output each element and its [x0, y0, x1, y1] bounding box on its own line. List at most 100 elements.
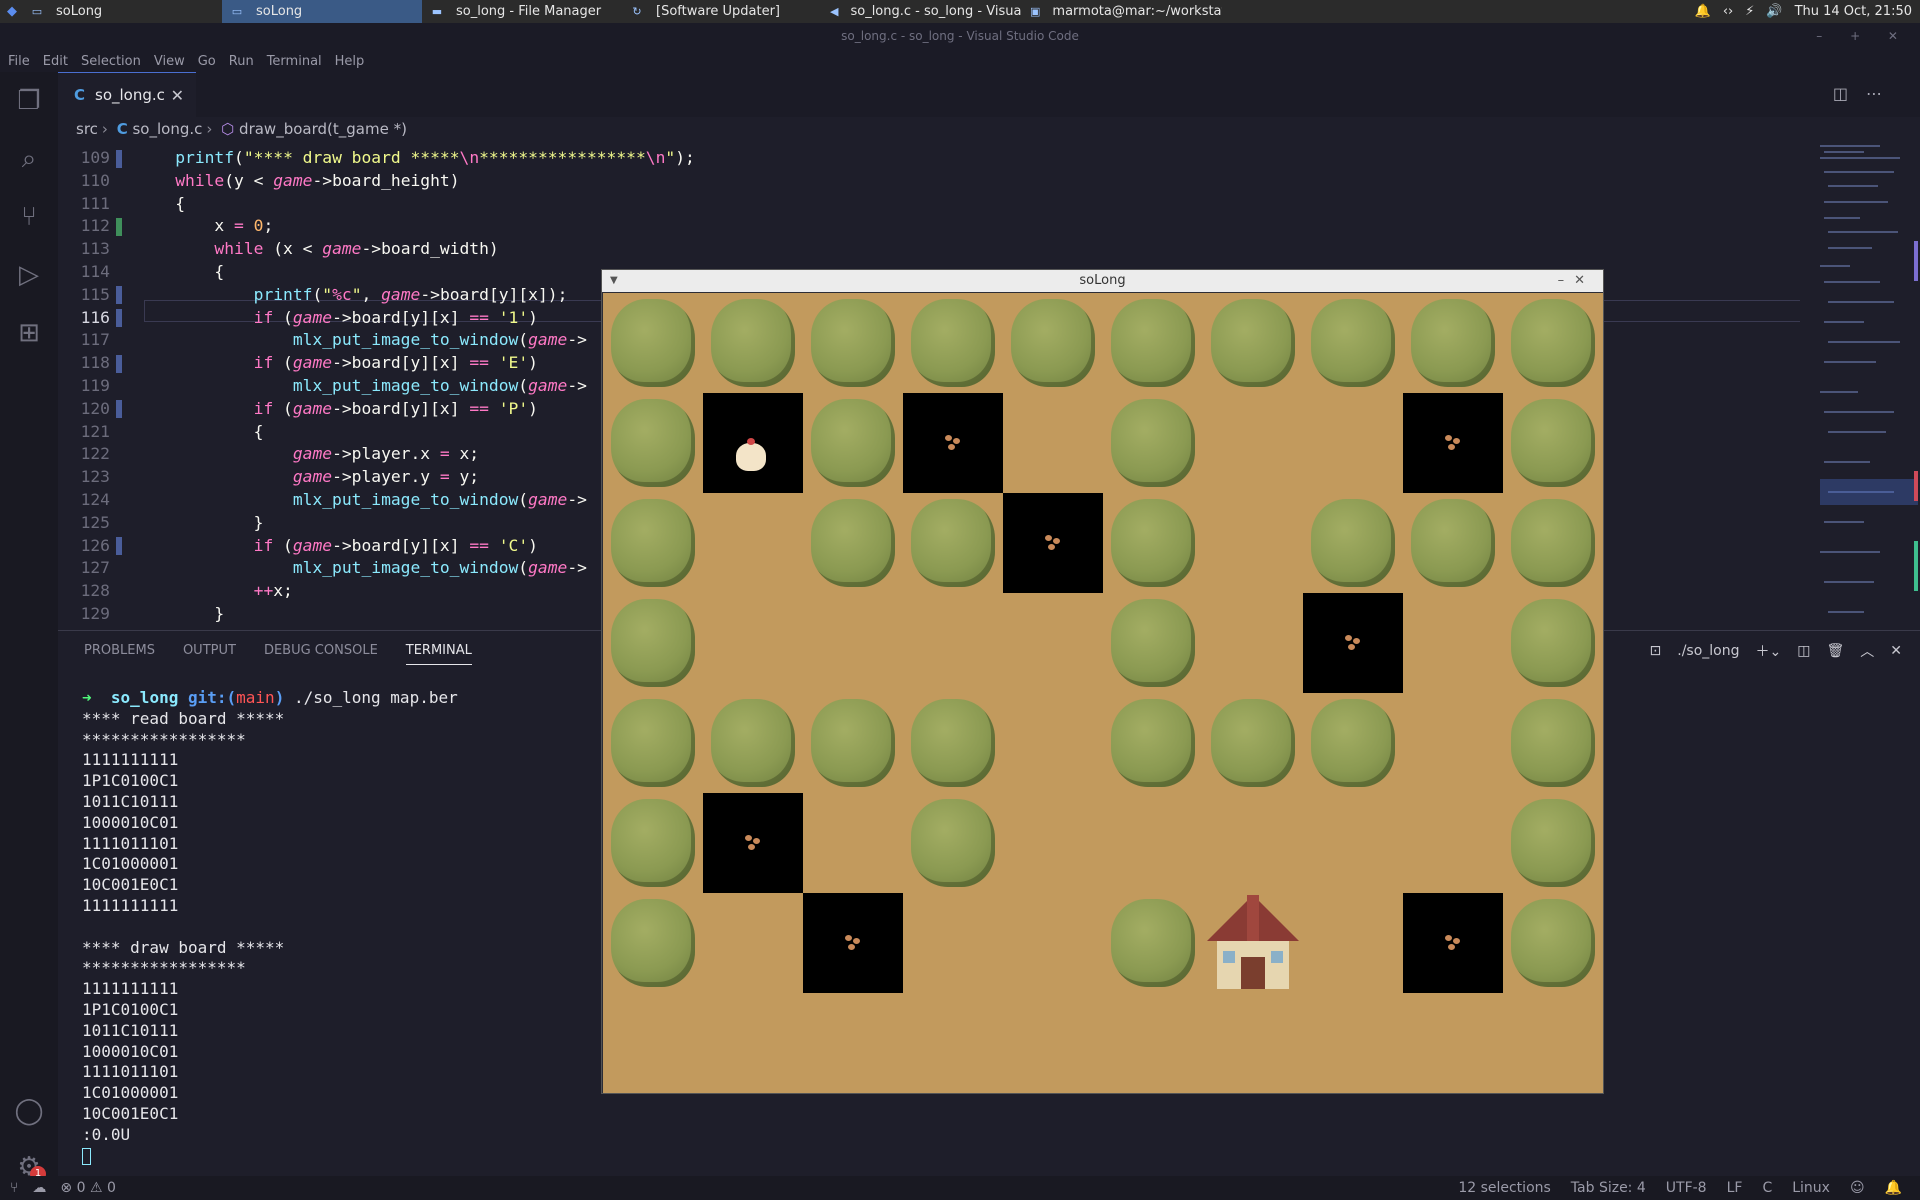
kill-terminal-icon[interactable]: 🗑	[1826, 643, 1844, 659]
bush-wall-tile	[903, 793, 1003, 893]
feedback-icon[interactable]: ☺	[1850, 1180, 1865, 1196]
notifications-bell-icon[interactable]: 🔔	[1885, 1180, 1902, 1196]
bush-wall-tile	[1503, 793, 1603, 893]
game-board[interactable]	[603, 293, 1603, 1093]
terminal-line: 1011C10111	[82, 1020, 179, 1040]
account-icon[interactable]: ◯	[0, 1082, 58, 1140]
taskbar-item-terminal[interactable]: ▣marmota@mar:~/workstati...	[1022, 0, 1222, 23]
panel-tab-output[interactable]: OUTPUT	[183, 643, 236, 665]
sand-floor-tile	[1403, 793, 1503, 893]
taskbar-item-solong-2[interactable]: ▭ soLong	[222, 0, 422, 23]
bush-wall-tile	[903, 693, 1003, 793]
bush-wall-tile	[1303, 493, 1403, 593]
bush-wall-tile	[703, 293, 803, 393]
clock[interactable]: Thu 14 Oct, 21:50	[1795, 4, 1912, 19]
menu-go[interactable]: Go	[198, 54, 216, 69]
menu-view[interactable]: View	[154, 54, 185, 69]
minimap[interactable]	[1800, 141, 1920, 630]
bush-wall-tile	[1503, 593, 1603, 693]
top-panel: ◆ ▭ soLong ▭ soLong ▬ so_long - File Manage…	[0, 0, 1920, 23]
explorer-icon[interactable]: ❐	[0, 72, 58, 130]
sand-floor-tile	[803, 993, 903, 1093]
app-menu-icon[interactable]: ◆	[2, 4, 22, 19]
menu-run[interactable]: Run	[229, 54, 254, 69]
solong-game-window[interactable]: ▼ soLong –✕	[601, 269, 1604, 1094]
terminal-line: 1111011101	[82, 1062, 179, 1082]
terminal-instance-name[interactable]: ./so_long	[1677, 643, 1739, 659]
taskbar-item-solong-1[interactable]: ▭ soLong	[22, 0, 222, 23]
prompt-line: ➜ so_long git:(main) ./so_long map.ber	[82, 688, 458, 707]
window-menu-icon[interactable]: ▼	[610, 270, 618, 292]
sand-floor-tile	[1203, 493, 1303, 593]
panel-tab-problems[interactable]: PROBLEMS	[84, 643, 155, 665]
bush-wall-tile	[1303, 693, 1403, 793]
game-window-controls[interactable]: –✕	[1558, 270, 1595, 292]
tab-size-status[interactable]: Tab Size: 4	[1571, 1180, 1646, 1196]
tab-so-long-c[interactable]: C so_long.c ✕	[58, 72, 196, 117]
panel-tab-debug-console[interactable]: DEBUG CONSOLE	[264, 643, 378, 665]
network-icon[interactable]: ‹›	[1723, 4, 1733, 19]
c-file-icon: C	[74, 86, 86, 104]
breadcrumb-symbol[interactable]: draw_board(t_game *)	[239, 120, 407, 138]
source-control-icon[interactable]: ⑂	[0, 188, 58, 246]
bush-wall-tile	[603, 893, 703, 993]
search-icon[interactable]: ⌕	[0, 130, 58, 188]
menu-edit[interactable]: Edit	[43, 54, 68, 69]
sand-floor-tile	[1203, 993, 1303, 1093]
menu-file[interactable]: File	[8, 54, 30, 69]
close-tab-icon[interactable]: ✕	[171, 86, 184, 105]
new-terminal-icon[interactable]: ＋⌄	[1756, 641, 1782, 661]
player-tile	[703, 393, 803, 493]
encoding-status[interactable]: UTF-8	[1666, 1180, 1707, 1196]
run-debug-icon[interactable]: ▷	[0, 246, 58, 304]
sand-floor-tile	[1403, 593, 1503, 693]
taskbar-item-software-updater[interactable]: ↻ [Software Updater]	[622, 0, 822, 23]
taskbar-item-vscode[interactable]: ◀so_long.c - so_long - Visual S...	[822, 0, 1022, 23]
sand-floor-tile	[903, 893, 1003, 993]
window-controls[interactable]: – + ✕	[1816, 23, 1910, 50]
terminal-line: :0.0U	[82, 1124, 131, 1144]
sand-floor-tile	[703, 593, 803, 693]
selections-status[interactable]: 12 selections	[1458, 1180, 1550, 1196]
panel-tab-terminal[interactable]: TERMINAL	[405, 643, 472, 665]
menu-help[interactable]: Help	[335, 54, 365, 69]
bush-wall-tile	[1103, 893, 1203, 993]
os-status[interactable]: Linux	[1792, 1180, 1830, 1196]
refresh-icon: ↻	[632, 4, 642, 18]
terminal-line: 1111111111	[82, 979, 179, 999]
sand-floor-tile	[1303, 793, 1403, 893]
power-icon[interactable]: ⚡	[1745, 4, 1754, 19]
breadcrumb-file[interactable]: so_long.c	[132, 120, 202, 138]
collectible-tile	[1403, 893, 1503, 993]
terminal-line: 1P1C0100C1	[82, 771, 179, 791]
volume-icon[interactable]: 🔊	[1766, 4, 1782, 19]
split-editor-icon[interactable]: ◫	[1833, 84, 1866, 103]
notifications-icon[interactable]: 🔔	[1695, 4, 1711, 19]
split-terminal-icon[interactable]: ◫	[1797, 643, 1810, 659]
bush-wall-tile	[1103, 393, 1203, 493]
game-window-titlebar[interactable]: ▼ soLong –✕	[602, 270, 1603, 292]
terminal-output[interactable]: ➜ so_long git:(main) ./so_long map.ber *…	[82, 688, 458, 1166]
language-status[interactable]: C	[1762, 1180, 1772, 1196]
sync-icon[interactable]: ☁	[32, 1180, 46, 1196]
maximize-panel-icon[interactable]: ︿	[1860, 641, 1874, 661]
menu-selection[interactable]: Selection	[81, 54, 141, 69]
breadcrumb-folder[interactable]: src	[76, 120, 98, 138]
bush-wall-tile	[1403, 293, 1503, 393]
sand-floor-tile	[903, 593, 1003, 693]
seeds-collectible-icon	[1445, 935, 1463, 951]
window-title: so_long.c - so_long - Visual Studio Code	[841, 29, 1079, 43]
problems-indicator[interactable]: ⊗ 0 ⚠ 0	[60, 1180, 115, 1196]
bush-wall-tile	[1203, 293, 1303, 393]
more-actions-icon[interactable]: ⋯	[1866, 84, 1900, 103]
branch-icon[interactable]: ⑂	[10, 1180, 18, 1196]
menu-terminal[interactable]: Terminal	[267, 54, 322, 69]
collectible-tile	[903, 393, 1003, 493]
extensions-icon[interactable]: ⊞	[0, 304, 58, 362]
eol-status[interactable]: LF	[1727, 1180, 1743, 1196]
terminal-icon: ▣	[1030, 4, 1041, 18]
sand-floor-tile	[1003, 393, 1103, 493]
taskbar-item-file-manager[interactable]: ▬ so_long - File Manager	[422, 0, 622, 23]
house-exit-tile	[1203, 893, 1303, 993]
close-panel-icon[interactable]: ✕	[1890, 643, 1902, 659]
